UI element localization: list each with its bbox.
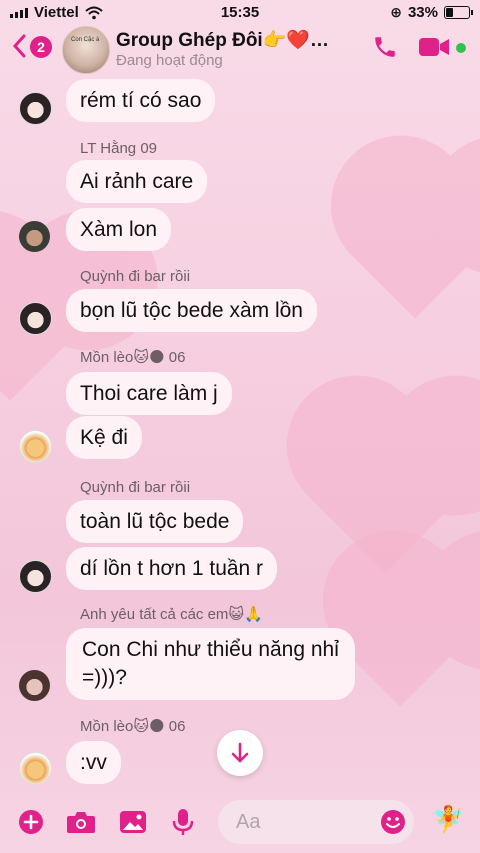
message-bubble[interactable]: rém tí có sao xyxy=(66,79,216,122)
unread-count-badge: 2 xyxy=(30,36,52,58)
message-bubble[interactable]: toàn lũ tộc bede xyxy=(66,500,244,543)
orientation-lock-icon: ⊕ xyxy=(390,4,402,20)
camera-icon xyxy=(67,812,95,833)
avatar-caption: Con Cặc à xyxy=(71,37,100,43)
photo-icon xyxy=(120,811,146,833)
voice-message-button[interactable] xyxy=(172,808,194,841)
avatar[interactable] xyxy=(19,560,52,593)
chat-header: 2 Con Cặc à Group Ghép Đôi👉❤️… Đang hoạt… xyxy=(0,24,480,78)
plus-circle-icon xyxy=(19,810,43,834)
sender-name: LT Hằng 09 xyxy=(80,140,157,157)
avatar[interactable] xyxy=(19,92,52,125)
avatar[interactable] xyxy=(19,221,50,252)
microphone-icon xyxy=(172,809,194,835)
smiley-icon xyxy=(381,810,405,834)
group-avatar[interactable]: Con Cặc à xyxy=(62,26,110,74)
group-name[interactable]: Group Ghép Đôi👉❤️… xyxy=(116,28,329,52)
bg-heart xyxy=(351,191,479,319)
video-camera-icon xyxy=(419,38,449,56)
sender-name: Mồn lèo🐱🌑 06 xyxy=(80,718,186,735)
sender-name: Quỳnh đi bar rồii xyxy=(80,268,191,285)
bg-heart xyxy=(343,593,457,707)
avatar[interactable] xyxy=(19,670,50,701)
quick-reaction-button[interactable]: 🧚 xyxy=(432,804,464,835)
video-call-button[interactable] xyxy=(418,36,450,63)
message-bubble[interactable]: bọn lũ tộc bede xàm lồn xyxy=(66,289,317,332)
message-bubble[interactable]: Ai rảnh care xyxy=(66,160,208,203)
sender-name: Anh yêu tất cả các em😺🙏 xyxy=(80,606,263,623)
avatar[interactable] xyxy=(19,302,52,335)
sender-name: Quỳnh đi bar rồii xyxy=(80,479,191,496)
message-bubble[interactable]: Con Chi như thiểu năng nhỉ =)))? xyxy=(66,628,355,700)
message-bubble[interactable]: Kệ đi xyxy=(66,416,142,459)
avatar[interactable] xyxy=(19,752,52,785)
fairy-icon: 🧚 xyxy=(432,804,465,834)
gallery-button[interactable] xyxy=(119,810,147,839)
message-input[interactable]: Aa xyxy=(218,800,414,844)
active-status: Đang hoạt động xyxy=(116,52,223,69)
message-input-placeholder: Aa xyxy=(236,811,261,833)
online-indicator xyxy=(456,43,466,53)
status-bar: Viettel 15:35 ⊕ 33% xyxy=(0,0,480,24)
voice-call-button[interactable] xyxy=(372,34,398,65)
battery-icon xyxy=(444,6,473,19)
battery-percent: 33% xyxy=(407,4,438,21)
sender-name: Mồn lèo🐱🌑 06 xyxy=(80,349,186,366)
scroll-to-bottom-button[interactable] xyxy=(217,730,263,776)
message-bubble[interactable]: Thoi care làm j xyxy=(66,372,232,415)
avatar[interactable] xyxy=(19,430,52,463)
message-line: Con Chi như thiểu năng nhỉ xyxy=(82,638,339,661)
phone-icon xyxy=(375,37,395,57)
message-line: =)))? xyxy=(82,666,127,689)
message-bubble[interactable]: dí lồn t hơn 1 tuần r xyxy=(66,547,278,590)
chevron-left-icon xyxy=(12,34,26,58)
message-bubble[interactable]: Xàm lon xyxy=(66,208,172,251)
arrow-down-icon xyxy=(231,742,249,763)
emoji-button[interactable] xyxy=(380,809,406,840)
camera-button[interactable] xyxy=(66,810,96,839)
back-button[interactable] xyxy=(12,34,26,62)
message-composer: Aa 🧚 xyxy=(0,798,480,853)
add-button[interactable] xyxy=(18,809,44,840)
message-bubble[interactable]: :vv xyxy=(66,741,121,784)
